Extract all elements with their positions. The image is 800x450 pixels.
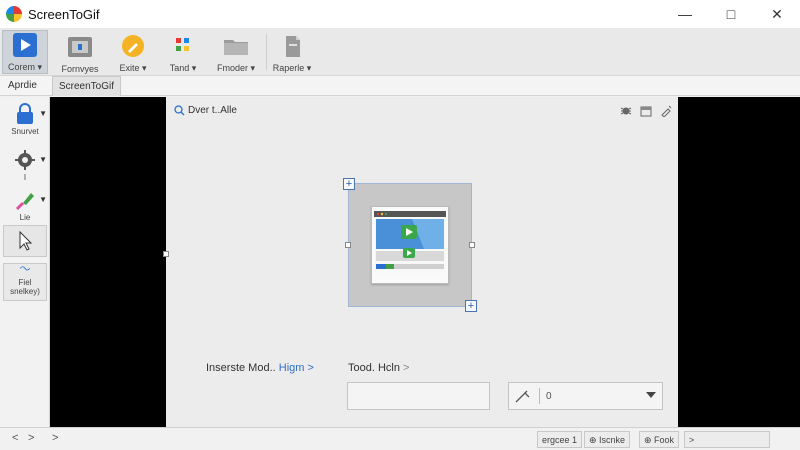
ribbon-button-report[interactable]: Raperle ▾ (270, 30, 314, 74)
frame-add-bottom-button[interactable]: + (465, 300, 477, 312)
folder-icon (224, 40, 248, 55)
play-icon (13, 33, 37, 57)
nav-back-button[interactable]: < (12, 432, 18, 444)
pen-icon (515, 390, 530, 403)
ribbon-button-tand[interactable]: Tand ▾ (160, 30, 206, 74)
canvas-header: Dver t..Alle (174, 105, 237, 116)
ribbon-toolbar: Corem ▾ Fornvyes Exite ▾ Tand ▾ Fmoder ▾ (0, 28, 800, 76)
document-icon (286, 36, 300, 57)
tool-label-brush: Lie (19, 213, 31, 222)
maximize-button[interactable]: □ (708, 0, 754, 28)
status-item-1[interactable]: ergcee 1 (537, 431, 583, 448)
tool-row: Tood. Hcln > (348, 362, 409, 374)
select-divider (539, 388, 540, 404)
frame-thumbnail (371, 206, 449, 284)
minimize-button[interactable]: — (662, 0, 708, 28)
tool-brush[interactable]: Lie ▼ (3, 189, 47, 222)
resize-handle-right[interactable] (469, 242, 475, 248)
tab-screentogif[interactable]: ScreenToGif (52, 76, 122, 96)
window-title: ScreenToGif (28, 6, 100, 22)
bug-icon[interactable] (620, 105, 632, 117)
apps-icon (176, 38, 189, 51)
canvas-title: Dver t..Alle (188, 105, 237, 116)
ribbon-label-record: Corem ▾ (7, 62, 43, 72)
tool-label: Tood. Hcln (348, 362, 400, 374)
status-bar: < > > ergcee 1 ⊕ Iscnke ⊕ Fook > (0, 427, 800, 450)
video-preview-icon (374, 211, 446, 273)
left-toolbar: Snurvet ▼ I ▼ Lie ▼ Fiel snelkey) (0, 97, 50, 427)
chevron-down-icon[interactable] (646, 392, 656, 398)
resize-handle-left[interactable] (345, 242, 351, 248)
close-button[interactable]: ✕ (754, 0, 800, 28)
tool-snurvet[interactable]: Snurvet ▼ (3, 103, 47, 136)
chevron-down-icon: ▼ (39, 195, 47, 204)
mode-row: Inserste Mod.. Higm > (206, 362, 314, 374)
calendar-icon[interactable] (640, 105, 652, 117)
selected-frame[interactable]: + + (343, 178, 477, 312)
search-icon (174, 105, 185, 116)
ribbon-label-edit: Exite ▾ (119, 63, 147, 73)
status-item-4[interactable]: > (684, 431, 770, 448)
ribbon-label-report: Raperle ▾ (272, 63, 312, 73)
tool-label-settings: I (23, 173, 27, 182)
mode-link[interactable]: Higm > (279, 362, 314, 374)
title-bar: ScreenToGif — □ ✕ (0, 0, 800, 28)
nav-forward-button[interactable]: > (28, 432, 34, 444)
tool-settings[interactable]: I ▼ (3, 149, 47, 182)
ribbon-label-tand: Tand ▾ (169, 63, 197, 73)
option-select[interactable]: 0 (508, 382, 663, 410)
app-logo-icon (6, 6, 22, 22)
window-controls: — □ ✕ (662, 0, 800, 28)
ribbon-button-folder[interactable]: Fmoder ▾ (210, 30, 262, 74)
mode-label: Inserste Mod.. (206, 362, 276, 374)
wave-icon (19, 266, 31, 271)
status-item-3[interactable]: ⊕ Fook (639, 431, 680, 448)
tool-cursor[interactable] (3, 225, 47, 257)
ribbon-label-formats: Fornvyes (61, 64, 99, 74)
tool-label-freehand: Fiel snelkey) (10, 278, 40, 296)
status-item-2[interactable]: ⊕ Iscnke (584, 431, 631, 448)
tool-freehand[interactable]: Fiel snelkey) (3, 263, 47, 301)
nav-expand-button[interactable]: > (52, 432, 58, 444)
tool-label-snurvet: Snurvet (11, 127, 39, 136)
edit-icon (122, 35, 144, 57)
edit-icon[interactable] (660, 105, 672, 117)
ribbon-label-folder: Fmoder ▾ (216, 63, 256, 73)
lock-icon (17, 103, 33, 124)
editor-canvas[interactable]: Dver t..Alle + + Inserste Mod.. Higm > T… (163, 97, 678, 427)
gear-icon (15, 150, 35, 170)
recording-stage: Dver t..Alle + + Inserste Mod.. Higm > T… (50, 97, 800, 427)
canvas-resize-handle[interactable] (163, 251, 169, 257)
frame-add-top-button[interactable]: + (343, 178, 355, 190)
chevron-down-icon: ▼ (39, 155, 47, 164)
value-input[interactable] (347, 382, 490, 410)
canvas-toolbar (620, 105, 672, 117)
ribbon-button-edit[interactable]: Exite ▾ (110, 30, 156, 74)
tab-row: Aprdie ScreenToGif (0, 76, 800, 96)
brush-icon (15, 193, 34, 211)
cursor-icon (19, 230, 33, 251)
film-icon (68, 37, 92, 57)
ribbon-separator (266, 34, 267, 70)
tab-aprdie[interactable]: Aprdie (2, 76, 43, 96)
select-value: 0 (546, 390, 552, 402)
ribbon-button-formats[interactable]: Fornvyes (54, 30, 106, 74)
ribbon-button-record[interactable]: Corem ▾ (2, 30, 48, 74)
tool-arrow: > (403, 362, 410, 374)
chevron-down-icon: ▼ (39, 109, 47, 118)
